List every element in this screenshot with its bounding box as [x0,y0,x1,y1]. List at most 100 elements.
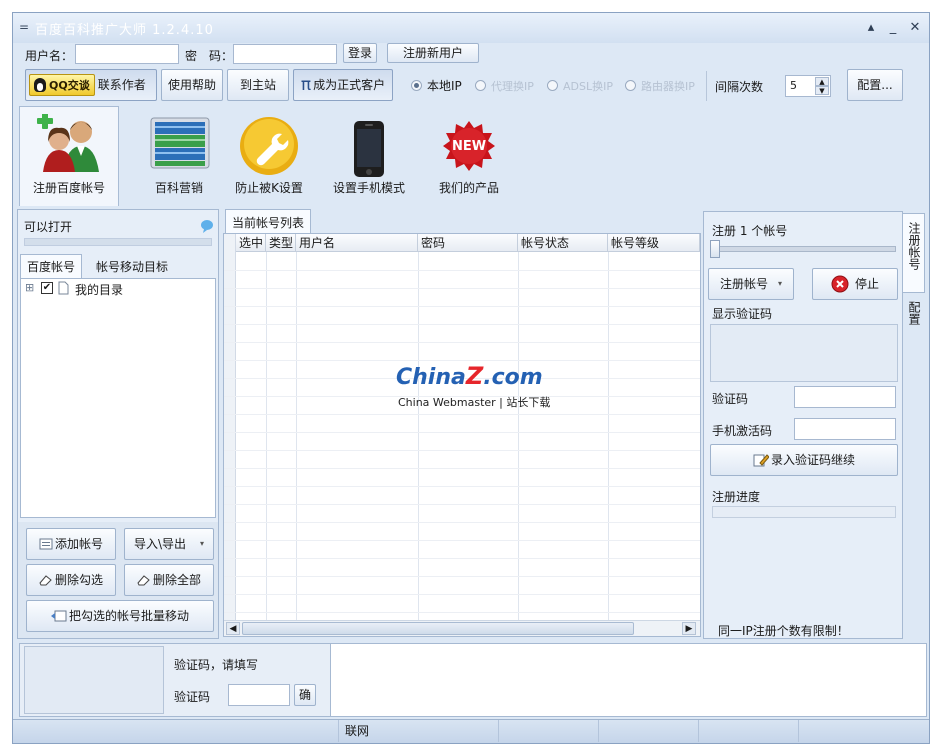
grid-line [224,486,700,487]
grid-line [224,432,700,433]
stop-button[interactable]: 停止 [812,268,898,300]
contact-label: 联系作者 [97,78,146,92]
radio-local-ip[interactable] [411,80,422,91]
side-tab-config[interactable]: 配置 [903,295,925,335]
register-account-button[interactable]: 注册帐号 ▾ [708,268,794,300]
register-count-label: 注册 1 个帐号 [712,224,788,238]
config-button[interactable]: 配置... [847,69,903,101]
tool-phone-label: 设置手机模式 [332,181,405,195]
delete-all-label: 删除全部 [152,573,201,587]
register-user-button[interactable]: 注册新用户 [387,43,479,63]
limit-note: 同一IP注册个数有限制！ [718,624,849,638]
system-menu-icon[interactable]: = [19,20,29,34]
phone-code-input[interactable] [794,418,896,440]
username-input[interactable] [75,44,179,64]
interval-stepper[interactable]: 5 ▲ ▼ [785,75,831,97]
stepper-up-icon[interactable]: ▲ [815,77,829,86]
become-customer-button[interactable]: π 成为正式客户 [293,69,393,101]
col-header-password[interactable]: 密码 [418,234,518,252]
toolbar-divider [706,71,707,101]
scroll-thumb[interactable] [242,622,634,635]
tab-baidu-accounts[interactable]: 百度帐号 [20,254,83,278]
log-textarea[interactable] [330,644,926,716]
bottom-confirm-button[interactable]: 确 [294,684,316,706]
radio-router[interactable] [625,80,636,91]
speech-bubble-icon[interactable] [200,219,214,233]
tab-current-accounts[interactable]: 当前帐号列表 [225,209,312,235]
interval-label: 间隔次数 [715,80,764,94]
radio-proxy[interactable] [475,80,486,91]
collapse-icon[interactable]: ▴ [861,19,881,37]
tool-anti-k[interactable]: 防止被K设置 [219,106,319,206]
horizontal-scrollbar[interactable]: ◀ ▶ [224,620,700,636]
submit-captcha-button[interactable]: 录入验证码继续 [710,444,898,476]
move-list-icon [50,610,67,622]
grid-line [224,594,700,595]
tab-move-target[interactable]: 帐号移动目标 [90,255,174,278]
captcha-image-box [710,324,898,382]
penguin-icon [34,78,46,92]
radio-local-ip-label: 本地IP [427,79,462,93]
batch-move-button[interactable]: 把勾选的帐号批量移动 [26,600,214,632]
progress-label: 注册进度 [712,490,761,504]
captcha-input[interactable] [794,386,896,408]
qq-badge-label: QQ交谈 [49,78,90,92]
col-header-status[interactable]: 帐号状态 [518,234,608,252]
col-header-type[interactable]: 类型 [266,234,296,252]
grid-line [224,324,700,325]
grid-line [224,288,700,289]
right-panel: 注册 1 个帐号 注册帐号 ▾ 停止 显示验证码 验证码 手机激活码 录入验证码… [703,211,903,639]
register-count-slider[interactable] [710,246,896,252]
side-tab-register[interactable]: 注册帐号 [903,213,925,293]
col-header-level[interactable]: 帐号等级 [608,234,700,252]
delete-checked-label: 删除勾选 [54,573,103,587]
grid-line [224,306,700,307]
grid-line [224,450,700,451]
import-export-label: 导入\导出 [133,537,187,551]
delete-checked-button[interactable]: 删除勾选 [26,564,116,596]
show-captcha-label: 显示验证码 [712,307,773,321]
tree-expand-icon[interactable]: ⊞ [25,281,34,294]
tool-register-accounts[interactable]: 注册百度帐号 [19,106,119,206]
bottom-captcha-image [24,646,164,714]
pi-icon: π [300,74,312,95]
scroll-right-icon[interactable]: ▶ [682,622,696,635]
delete-all-button[interactable]: 删除全部 [124,564,214,596]
minimize-icon[interactable]: _ [883,19,903,37]
password-input[interactable] [233,44,337,64]
import-export-button[interactable]: 导入\导出 ▾ [124,528,214,560]
side-tab-config-label: 配置 [907,301,921,325]
close-icon[interactable]: ✕ [905,19,925,37]
tool-baike-label: 百科营销 [154,181,203,195]
help-button[interactable]: 使用帮助 [161,69,223,101]
tool-anti-k-label: 防止被K设置 [235,181,303,195]
login-button[interactable]: 登录 [343,43,377,63]
add-account-button[interactable]: 添加帐号 [26,528,116,560]
document-icon [58,281,69,295]
side-tab-register-label: 注册帐号 [907,222,921,270]
col-header-select[interactable]: 选中 [236,234,266,252]
tool-baike-marketing[interactable]: 百科营销 [129,106,229,206]
qq-contact-button[interactable]: QQ交谈 联系作者 [25,69,157,101]
bottom-captcha-label: 验证码 [174,690,211,704]
edit-doc-icon [753,454,769,467]
homepage-button[interactable]: 到主站 [227,69,289,101]
stop-label: 停止 [854,277,879,291]
slider-thumb[interactable] [710,240,720,258]
left-panel: 可以打开 百度帐号 帐号移动目标 ⊞ ✔ 我的目录 添加帐号 导入\导出 ▾ 删… [17,209,219,639]
bottom-captcha-input[interactable] [228,684,290,706]
tool-our-products[interactable]: NEW 我们的产品 [419,106,519,206]
scroll-left-icon[interactable]: ◀ [226,622,240,635]
open-progress-bar [24,238,212,246]
stepper-down-icon[interactable]: ▼ [815,86,829,95]
grid-line [518,252,519,636]
grid-line [224,558,700,559]
phone-icon [354,121,384,177]
tool-phone-mode[interactable]: 设置手机模式 [319,106,419,206]
radio-adsl[interactable] [547,80,558,91]
grid-line [224,540,700,541]
main-window: = 百度百科推广大师 1.2.4.10 ▴ _ ✕ 用户名： 密 码： 登录 注… [12,12,930,744]
col-header-username[interactable]: 用户名 [296,234,418,252]
account-grid: 选中 类型 用户名 密码 帐号状态 帐号等级 ChinaZ.com China … [223,233,701,637]
tree-checkbox[interactable]: ✔ [41,282,53,294]
